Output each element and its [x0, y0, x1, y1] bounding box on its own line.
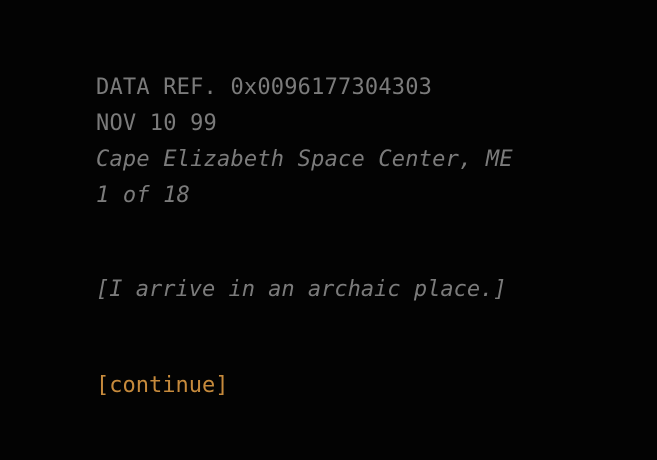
record-location: Cape Elizabeth Space Center, ME — [96, 147, 513, 172]
continue-link[interactable]: [continue] — [96, 368, 228, 404]
record-date: NOV 10 99 — [96, 111, 218, 136]
page-counter: 1 of 18 — [96, 183, 191, 208]
data-reference: DATA REF. 0x0096177304303 — [96, 75, 433, 100]
game-screen: DATA REF. 0x0096177304303 NOV 10 99 Cape… — [0, 0, 657, 460]
record-header: DATA REF. 0x0096177304303 NOV 10 99 Cape… — [96, 70, 513, 214]
narration-text: [I arrive in an archaic place.] — [96, 277, 507, 302]
